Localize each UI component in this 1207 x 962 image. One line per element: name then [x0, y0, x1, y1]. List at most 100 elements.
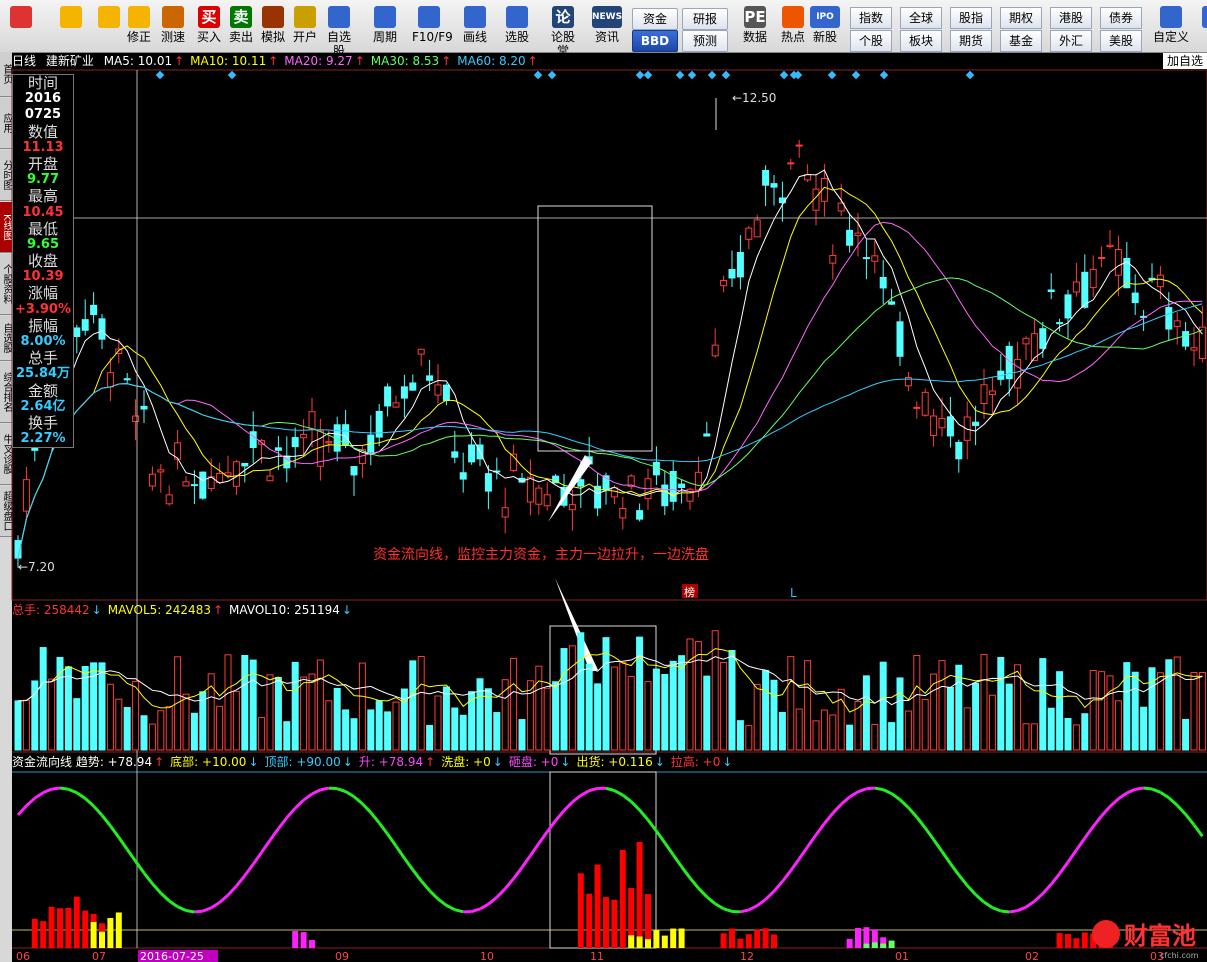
- toolbar-small-button[interactable]: BBD: [632, 30, 678, 52]
- left-tab[interactable]: 超级盘口: [0, 486, 12, 537]
- 新股-toolbar-button[interactable]: IPO 新股: [808, 4, 842, 50]
- candle-body: [820, 177, 828, 202]
- market-button[interactable]: 股指: [950, 7, 992, 29]
- candle-body: [1123, 257, 1131, 289]
- candle-body: [81, 319, 89, 331]
- stock-chart[interactable]: ←12.50 ←7.20 榜 L 06 07 2016-07-25 09 10 11 12 01 02 0…: [0, 0, 1207, 962]
- volume-bar: [501, 679, 509, 751]
- 多-toolbar-button[interactable]: 多: [1196, 4, 1207, 50]
- flow-line-segment: [797, 845, 809, 860]
- flow-line-segment: [663, 841, 675, 856]
- volume-bar: [988, 694, 996, 751]
- volume-bar: [1173, 656, 1181, 751]
- flow-line-segment: [251, 851, 263, 866]
- candle-body: [316, 430, 324, 467]
- candle-body: [652, 462, 660, 476]
- flow-line-segment: [361, 802, 372, 814]
- 卖出-toolbar-button[interactable]: 卖卖出: [224, 4, 258, 50]
- left-tab[interactable]: 个股资料: [0, 254, 12, 315]
- market-button[interactable]: 外汇: [1050, 30, 1092, 52]
- flow-bar: [636, 936, 643, 948]
- flow-line-segment: [571, 794, 582, 804]
- info-row: 8.00%: [20, 334, 66, 349]
- flow-line-segment: [748, 904, 758, 912]
- flow-line-segment: [646, 819, 658, 832]
- volume-bar: [1039, 658, 1047, 751]
- candle-body: [560, 486, 568, 506]
- market-button[interactable]: 基金: [1000, 30, 1042, 52]
- 自定义-toolbar-button[interactable]: 自定义: [1150, 4, 1192, 50]
- volume-bar: [207, 673, 215, 751]
- volume-bar: [300, 676, 308, 751]
- 开户-toolbar-button[interactable]: 开户: [288, 4, 322, 50]
- market-button[interactable]: 债券: [1100, 7, 1142, 29]
- 论股堂-toolbar-button[interactable]: 论论股堂: [546, 4, 580, 58]
- candle-body: [669, 471, 677, 502]
- flow-line-segment: [882, 788, 893, 795]
- market-button[interactable]: 全球: [900, 7, 942, 29]
- add-to-watchlist-button[interactable]: 加自选: [1162, 53, 1207, 69]
- left-tab[interactable]: 分时图: [0, 150, 12, 201]
- left-tab[interactable]: 首页: [0, 52, 12, 97]
- market-button[interactable]: 期权: [1000, 7, 1042, 29]
- candle-body: [1198, 326, 1206, 360]
- event-marker-diamond: [965, 70, 975, 80]
- 周期-toolbar-button[interactable]: 周期: [368, 4, 402, 50]
- left-tab[interactable]: 自选股: [0, 316, 12, 361]
- market-button[interactable]: 个股: [850, 30, 892, 52]
- l-marker: L: [790, 586, 797, 600]
- toolbar-small-button[interactable]: 预测: [682, 30, 728, 52]
- flow-line-segment: [705, 895, 717, 905]
- market-button[interactable]: 板块: [900, 30, 942, 52]
- candle-body: [1089, 268, 1097, 289]
- flow-stat-label: 砸盘: +0: [508, 755, 559, 769]
- info-row: 数值: [27, 122, 58, 141]
- flow-line-segment: [1159, 791, 1170, 800]
- toolbar-small-button[interactable]: 资金: [632, 8, 678, 30]
- flow-bar: [65, 907, 72, 948]
- 选股-toolbar-button[interactable]: 选股: [500, 4, 534, 50]
- volume-bar: [510, 657, 518, 751]
- windows-logo-icon-toolbar-button[interactable]: [4, 4, 38, 50]
- up-down-arrows-icon-toolbar-button[interactable]: [92, 4, 126, 50]
- info-row: 0725: [24, 107, 62, 123]
- left-tab[interactable]: 应用: [0, 98, 12, 149]
- flow-bar: [90, 913, 97, 948]
- left-tab[interactable]: 综合排名: [0, 362, 12, 423]
- flow-line-segment: [487, 896, 498, 906]
- candle-body: [325, 441, 333, 444]
- 买入-toolbar-button[interactable]: 买买入: [192, 4, 226, 50]
- market-button[interactable]: 美股: [1100, 30, 1142, 52]
- back-arrow-icon-toolbar-button[interactable]: [54, 4, 88, 50]
- 自选股-toolbar-button[interactable]: 自选股: [322, 4, 356, 58]
- flow-line-segment: [320, 786, 330, 792]
- event-marker-diamond: [643, 70, 653, 80]
- market-button[interactable]: 期货: [950, 30, 992, 52]
- left-tab[interactable]: K线图: [0, 202, 12, 253]
- flow-line-segment: [1066, 849, 1078, 863]
- highlight-box-flow: [549, 771, 657, 949]
- 资讯-toolbar-button[interactable]: NEWS 资讯: [590, 4, 624, 50]
- left-tab[interactable]: 牛叉诊股: [0, 424, 12, 485]
- windows-logo-icon: [10, 6, 32, 28]
- candle-body: [526, 476, 534, 503]
- market-button[interactable]: 港股: [1050, 7, 1092, 29]
- volume-bar: [165, 705, 173, 751]
- info-row: 涨幅: [27, 284, 58, 303]
- up-arrow-icon: ↑: [354, 54, 365, 68]
- toolbar-small-button[interactable]: 研报: [682, 8, 728, 30]
- 画线-toolbar-button[interactable]: 画线: [458, 4, 492, 50]
- 测速-toolbar-button[interactable]: 测速: [156, 4, 190, 50]
- 热点-toolbar-button[interactable]: 热点: [776, 4, 810, 50]
- market-button[interactable]: 指数: [850, 7, 892, 29]
- 模拟-toolbar-button[interactable]: 模拟: [256, 4, 290, 50]
- F10/F9-toolbar-button[interactable]: F10/F9: [412, 4, 453, 50]
- 数据-toolbar-button[interactable]: PE 数据: [738, 4, 772, 50]
- flow-line-segment: [16, 804, 28, 817]
- volume-bar: [182, 693, 190, 751]
- flow-bar: [863, 927, 870, 948]
- 修正-toolbar-button[interactable]: 修正: [122, 4, 156, 50]
- candle-body: [342, 424, 350, 446]
- flow-line-segment: [1083, 825, 1095, 839]
- flow-line-segment: [1041, 883, 1053, 895]
